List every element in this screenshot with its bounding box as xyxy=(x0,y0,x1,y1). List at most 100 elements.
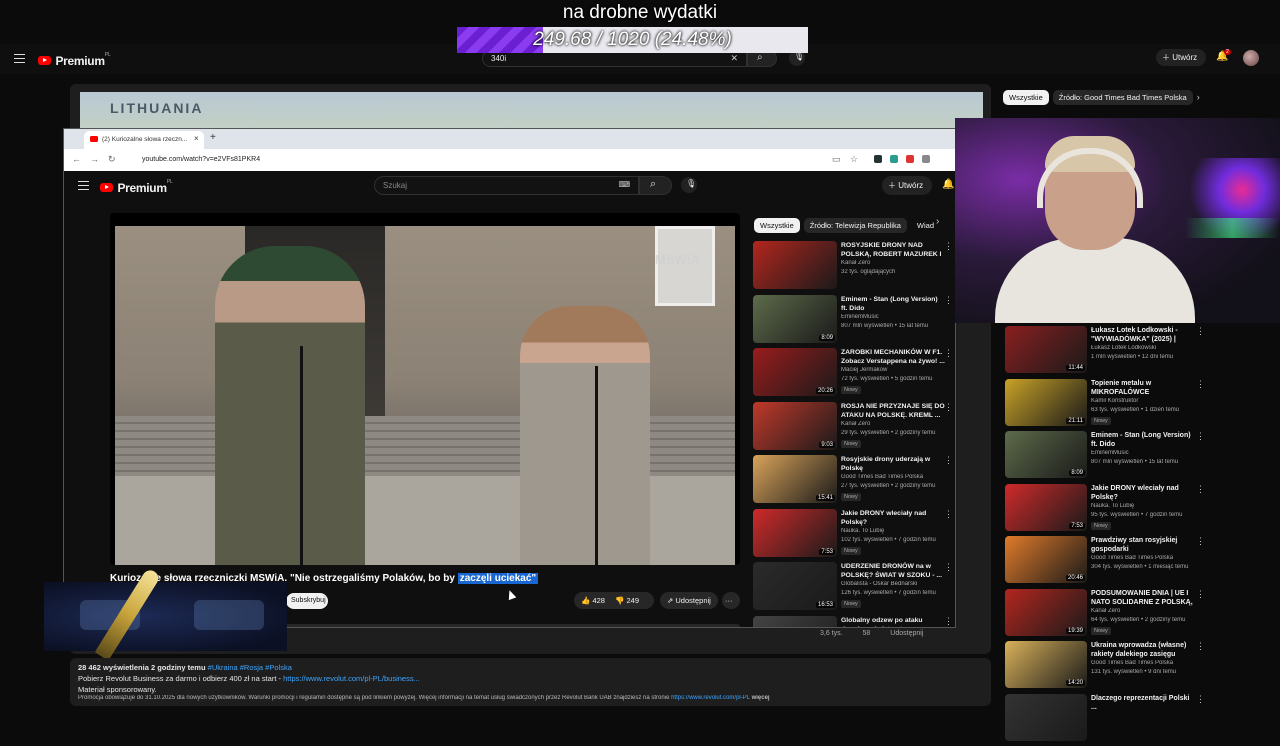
video-player[interactable]: MSWiA xyxy=(110,213,740,565)
video-thumbnail[interactable]: 20:26 xyxy=(753,348,837,396)
kebab-menu-icon[interactable]: ⋮ xyxy=(944,455,953,466)
outer-create-button[interactable]: ＋ Utwórz xyxy=(1156,49,1206,66)
kebab-menu-icon[interactable]: ⋮ xyxy=(944,241,953,252)
inner-mic-button[interactable]: 🎙 xyxy=(681,177,697,193)
reload-icon[interactable]: ↻ xyxy=(108,154,116,165)
recommendation-title[interactable]: Ukraina wprowadza (własne) rakiety dalek… xyxy=(1091,641,1195,659)
menu-icon[interactable] xyxy=(14,54,25,63)
recommendation-title[interactable]: ROSYJSKIE DRONY NAD POLSKĄ, ROBERT MAZUR… xyxy=(841,241,945,259)
video-thumbnail[interactable] xyxy=(753,615,837,627)
forward-icon[interactable]: → xyxy=(90,154,99,164)
desc-promo-link[interactable]: https://www.revolut.com/pl-PL/business..… xyxy=(283,674,420,683)
inner-chip-source[interactable]: Źródło: Telewizja Republika xyxy=(803,218,907,233)
video-thumbnail[interactable]: 7:53 xyxy=(753,508,837,557)
kebab-menu-icon[interactable]: ⋮ xyxy=(1196,694,1205,705)
recommendation-title[interactable]: Eminem - Stan (Long Version) ft. Dido xyxy=(1091,431,1195,449)
video-thumbnail[interactable]: 20:46 xyxy=(1005,536,1087,583)
avatar[interactable] xyxy=(1243,50,1259,66)
recommendation-title[interactable]: Prawdziwy stan rosyjskiej gospodarki xyxy=(1091,536,1195,554)
video-thumbnail[interactable]: 19:39 xyxy=(1005,588,1087,636)
outer-chip-source[interactable]: Źródło: Good Times Bad Times Polska xyxy=(1052,90,1193,105)
chevron-right-icon[interactable]: › xyxy=(936,216,939,227)
kebab-menu-icon[interactable]: ⋮ xyxy=(944,509,953,520)
video-thumbnail[interactable]: 21:11 xyxy=(1005,378,1087,426)
like-button[interactable]: 👍 428 xyxy=(581,596,605,605)
extensions-puzzle-icon[interactable] xyxy=(922,155,930,163)
close-icon[interactable]: × xyxy=(194,134,199,143)
recommendation-title[interactable]: Łukasz Lotek Lodkowski - "WYWIADÓWKA" (2… xyxy=(1091,326,1195,344)
recommendation-title[interactable]: Eminem - Stan (Long Version) ft. Dido xyxy=(841,295,945,313)
recommendation-item[interactable]: 7:53 Jakie DRONY wleciały nad Polskę? Nauk… xyxy=(753,508,953,561)
video-thumbnail[interactable] xyxy=(1005,693,1087,741)
recommendation-item[interactable]: ROSYJSKIE DRONY NAD POLSKĄ, ROBERT MAZUR… xyxy=(753,241,953,293)
clear-icon[interactable]: ✕ xyxy=(730,53,738,64)
recommendation-item[interactable]: 20:26 ZAROBKI MECHANIKÓW W F1. Zobacz Ver… xyxy=(753,348,953,400)
menu-icon[interactable] xyxy=(78,181,89,190)
recommendation-title[interactable]: Jakie DRONY wleciały nad Polskę? xyxy=(1091,484,1195,502)
recommendation-title[interactable]: Dlaczego reprezentacji Polski ... xyxy=(1091,694,1195,712)
video-thumbnail[interactable]: 15:41 xyxy=(753,455,837,503)
kebab-menu-icon[interactable]: ⋮ xyxy=(944,562,953,573)
recommendation-title[interactable]: Globalny odzew po ataku dronów – świat p… xyxy=(841,616,945,628)
outer-description[interactable]: 28 462 wyświetlenia 2 godziny temu #Ukra… xyxy=(70,658,991,706)
extension-icon[interactable] xyxy=(874,155,882,163)
kebab-menu-icon[interactable]: ⋮ xyxy=(1196,589,1205,600)
video-thumbnail[interactable] xyxy=(753,241,837,289)
recommendation-item[interactable]: 8:09 Eminem - Stan (Long Version) ft. Did… xyxy=(753,294,953,347)
outer-chip-all[interactable]: Wszystkie xyxy=(1003,90,1049,105)
video-thumbnail[interactable]: 11:44 xyxy=(1005,326,1087,373)
kebab-menu-icon[interactable]: ⋮ xyxy=(944,295,953,306)
kebab-menu-icon[interactable]: ⋮ xyxy=(1196,379,1205,390)
video-thumbnail[interactable]: 8:09 xyxy=(753,294,837,343)
kebab-menu-icon[interactable]: ⋮ xyxy=(1196,326,1205,337)
recommendation-item[interactable]: 21:11 Topienie metalu w MIKROFALÓWCE Kamil… xyxy=(1005,378,1205,431)
recommendation-title[interactable]: UDERZENIE DRONÓW na w POLSKĘ? ŚWIAT W SZ… xyxy=(841,562,945,580)
desc-tags[interactable]: #Ukraina #Rosja #Polska xyxy=(208,663,292,672)
share-button[interactable]: ⇗ Udostępnij xyxy=(660,592,718,609)
recommendation-title[interactable]: PODSUMOWANIE DNIA | UE I NATO SOLIDARNE … xyxy=(1091,589,1195,607)
recommendation-item[interactable]: 8:09 Eminem - Stan (Long Version) ft. Did… xyxy=(1005,431,1205,483)
recommendation-item[interactable]: 14:20 Ukraina wprowadza (własne) rakiety … xyxy=(1005,641,1205,693)
url-field[interactable]: youtube.com/watch?v=e2VFs81PKR4 xyxy=(134,153,734,167)
recommendation-item[interactable]: 20:46 Prawdziwy stan rosyjskiej gospodark… xyxy=(1005,536,1205,588)
recommendation-item[interactable]: 19:39 PODSUMOWANIE DNIA | UE I NATO SOLID… xyxy=(1005,588,1205,641)
kebab-menu-icon[interactable]: ⋮ xyxy=(944,348,953,359)
desc-terms-link[interactable]: https://www.revolut.com/pl-PL xyxy=(671,695,750,701)
recommendation-title[interactable]: Rosyjskie drony uderzają w Polskę xyxy=(841,455,945,473)
extension-icon[interactable] xyxy=(890,155,898,163)
star-icon[interactable]: ☆ xyxy=(850,154,858,165)
extension-icon[interactable] xyxy=(906,155,914,163)
recommendation-title[interactable]: Jakie DRONY wleciały nad Polskę? xyxy=(841,509,945,527)
video-thumbnail[interactable]: 16:53 xyxy=(753,562,837,610)
recommendation-item[interactable]: 16:53 UDERZENIE DRONÓW na w POLSKĘ? ŚWIAT… xyxy=(753,562,953,614)
inner-chip-all[interactable]: Wszystkie xyxy=(754,218,800,233)
recommendation-item[interactable]: 15:41 Rosyjskie drony uderzają w Polskę Go… xyxy=(753,455,953,507)
kebab-menu-icon[interactable]: ⋮ xyxy=(1196,641,1205,652)
recommendation-item[interactable]: 7:53 Jakie DRONY wleciały nad Polskę? Nauk… xyxy=(1005,483,1205,536)
kebab-menu-icon[interactable]: ⋮ xyxy=(944,616,953,627)
desc-more-link[interactable]: więcej xyxy=(752,695,770,701)
recommendation-title[interactable]: ROSJA NIE PRZYZNAJE SIĘ DO ATAKU NA POLS… xyxy=(841,402,945,420)
share-label[interactable]: Udostępnij xyxy=(890,630,923,637)
recommendation-title[interactable]: Topienie metalu w MIKROFALÓWCE xyxy=(1091,379,1195,397)
cast-icon[interactable]: ▭ xyxy=(832,154,841,165)
recommendation-item[interactable]: 9:03 ROSJA NIE PRZYZNAJE SIĘ DO ATAKU NA … xyxy=(753,401,953,454)
kebab-menu-icon[interactable]: ⋮ xyxy=(1196,484,1205,495)
inner-search-button[interactable]: ⌕ xyxy=(639,176,672,195)
youtube-logo[interactable]: PremiumPL xyxy=(100,179,173,197)
recommendation-title[interactable]: ZAROBKI MECHANIKÓW W F1. Zobacz Verstapp… xyxy=(841,348,945,366)
video-thumbnail[interactable]: 7:53 xyxy=(1005,483,1087,531)
keyboard-icon[interactable]: ⌨ xyxy=(618,180,630,189)
chevron-right-icon[interactable]: › xyxy=(1197,92,1200,102)
bell-icon[interactable]: 🔔 xyxy=(942,179,954,190)
video-thumbnail[interactable]: 14:20 xyxy=(1005,641,1087,688)
youtube-logo[interactable]: PremiumPL xyxy=(38,52,111,70)
kebab-menu-icon[interactable]: ⋮ xyxy=(1196,536,1205,547)
dislike-button[interactable]: 👎 249 xyxy=(615,596,639,605)
inner-create-button[interactable]: ＋ Utwórz xyxy=(882,176,932,195)
subscribe-button[interactable]: Subskrybuj xyxy=(286,593,328,609)
video-thumbnail[interactable]: 8:09 xyxy=(1005,431,1087,478)
back-icon[interactable]: ← xyxy=(72,154,81,164)
kebab-menu-icon[interactable]: ⋮ xyxy=(1196,431,1205,442)
new-tab-icon[interactable]: + xyxy=(210,132,216,143)
